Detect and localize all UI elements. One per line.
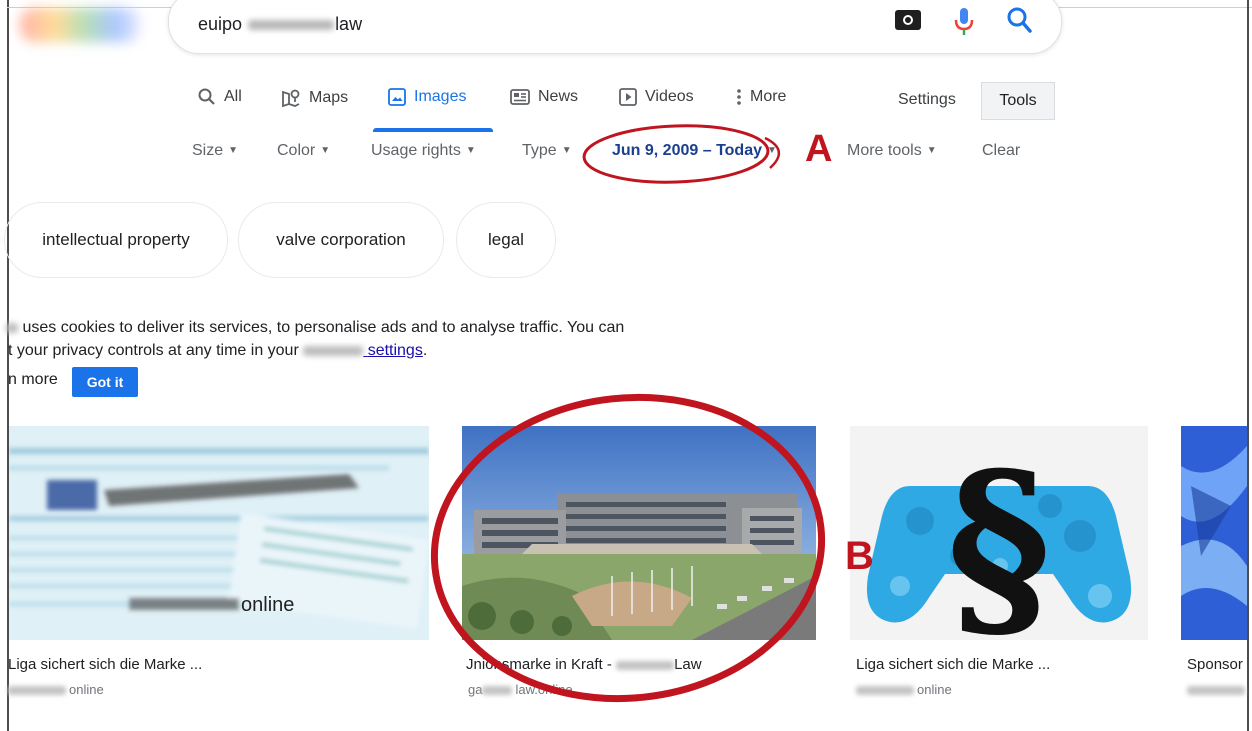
caret-down-icon: ▼ [561, 145, 572, 156]
tab-videos[interactable]: Videos [619, 88, 694, 106]
chip-intellectual-property[interactable]: intellectual property [4, 202, 228, 278]
caret-down-icon: ▼ [228, 145, 239, 156]
result-thumbnail-2[interactable] [462, 426, 816, 640]
chip-valve-corporation[interactable]: valve corporation [238, 202, 444, 278]
tab-maps[interactable]: Maps [281, 88, 348, 108]
microphone-icon[interactable] [954, 8, 974, 36]
search-icon[interactable] [1006, 6, 1032, 34]
tool-usage-rights-dropdown[interactable]: Usage rights ▼ [371, 142, 476, 160]
tab-more[interactable]: More [736, 88, 786, 106]
newspaper-icon [510, 89, 530, 105]
caret-down-icon: ▼ [767, 145, 777, 156]
play-icon [619, 88, 637, 106]
tool-size-dropdown[interactable]: Size ▼ [192, 142, 238, 160]
result-caption-1[interactable]: Liga sichert sich die Marke ... [8, 656, 202, 673]
caret-down-icon: ▼ [465, 145, 476, 156]
tool-clear-link[interactable]: Clear [982, 142, 1020, 160]
tab-images[interactable]: Images [388, 88, 466, 106]
result-thumbnail-1[interactable]: online [9, 426, 429, 640]
result-caption-4[interactable]: Sponsor [1187, 656, 1243, 673]
image-icon [388, 88, 406, 106]
result-thumbnail-3[interactable]: § [850, 426, 1148, 640]
caret-down-icon: ▼ [320, 145, 331, 156]
result-caption-2[interactable]: Jnionsmarke in Kraft - Law [466, 656, 702, 673]
svg-text:online: online [241, 594, 294, 616]
cookie-notice-line2: t your privacy controls at any time in y… [8, 342, 428, 359]
settings-link[interactable]: Settings [898, 91, 956, 109]
tool-date-range-dropdown[interactable]: Jun 9, 2009 – Today ▼ [612, 142, 777, 160]
result-source-2: ga law.online [468, 682, 573, 697]
screenshot-frame-right [1247, 0, 1249, 731]
tab-news[interactable]: News [510, 88, 578, 106]
tool-more-tools-dropdown[interactable]: More tools ▼ [847, 142, 937, 160]
tools-button[interactable]: Tools [981, 82, 1055, 120]
result-source-4 [1187, 682, 1248, 697]
annotation-label-b: B [845, 534, 874, 578]
blurred-logo [20, 8, 140, 42]
search-icon [198, 88, 215, 105]
active-tab-indicator [373, 128, 493, 132]
camera-icon[interactable] [895, 10, 921, 30]
result-thumbnail-4[interactable] [1181, 426, 1247, 640]
result-caption-3[interactable]: Liga sichert sich die Marke ... [856, 656, 1050, 673]
tab-all[interactable]: All [198, 88, 242, 106]
caret-down-icon: ▼ [926, 145, 937, 156]
cookie-notice-line1: uses cookies to deliver its services, to… [6, 319, 624, 337]
sponsor-image [1181, 426, 1247, 640]
result-source-1: online [8, 682, 104, 697]
chip-legal[interactable]: legal [456, 202, 556, 278]
got-it-button[interactable]: Got it [72, 367, 138, 397]
result-source-3: online [856, 682, 952, 697]
learn-more-link[interactable]: n more [8, 371, 58, 389]
svg-text:§: § [947, 429, 1052, 640]
tool-type-dropdown[interactable]: Type ▼ [522, 142, 572, 160]
cookie-settings-link[interactable]: settings [363, 342, 423, 359]
office-building-image [462, 426, 816, 640]
search-input[interactable]: euipo law [198, 14, 362, 35]
more-vert-icon [737, 89, 741, 105]
blurred-webpage-image: online [9, 426, 429, 640]
gamepad-paragraph-image: § [850, 426, 1148, 640]
annotation-label-a: A [805, 128, 833, 170]
map-pin-icon [282, 89, 300, 108]
tool-color-dropdown[interactable]: Color ▼ [277, 142, 330, 160]
